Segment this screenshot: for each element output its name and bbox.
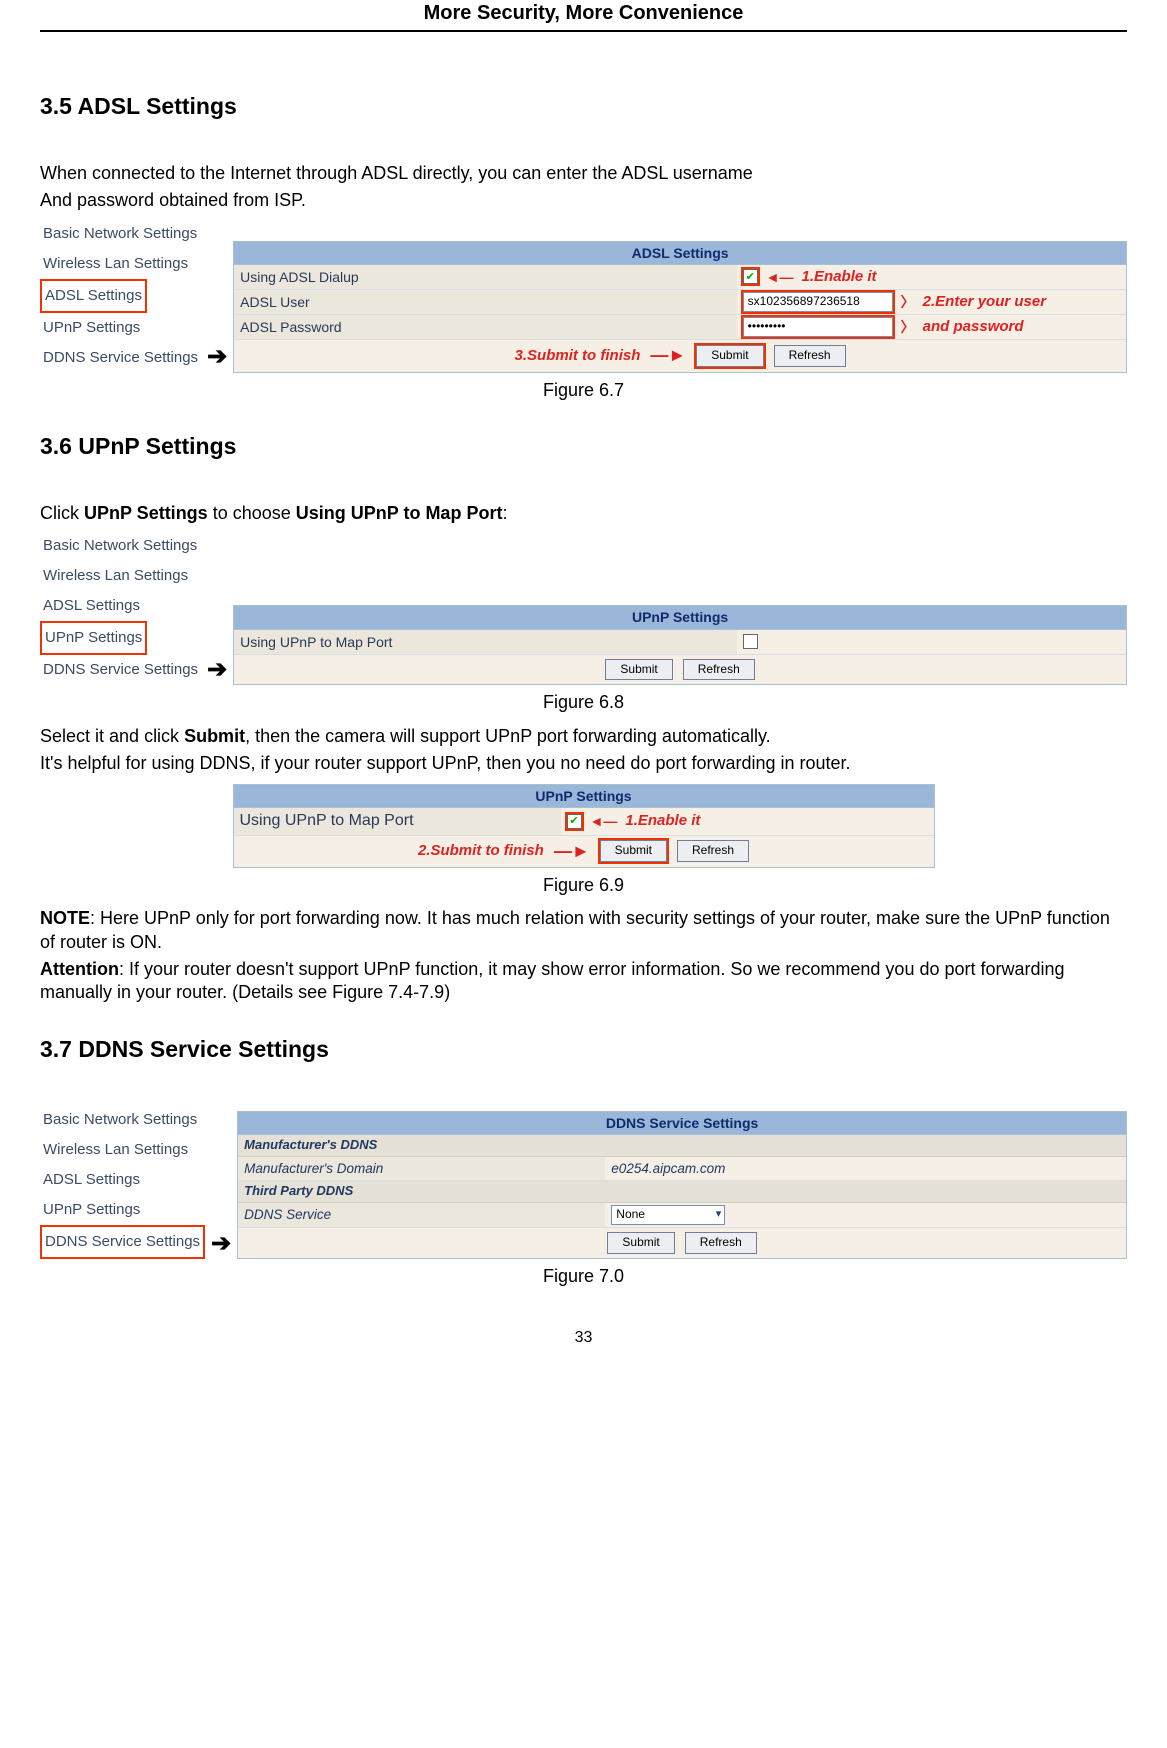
menu-basic-network[interactable]: Basic Network Settings: [40, 531, 200, 561]
arrow-icon: ➔: [211, 1228, 231, 1259]
s36-note: NOTE: Here UPnP only for port forwarding…: [40, 907, 1127, 954]
annotation-2: 2.Submit to finish: [418, 841, 544, 861]
label-adsl-dialup: Using ADSL Dialup: [234, 265, 737, 289]
figure-6-9: UPnP Settings Using UPnP to Map Port ✔ ◄…: [233, 784, 935, 868]
select-ddns-service[interactable]: None: [611, 1205, 725, 1225]
sidebar-menu: Basic Network Settings Wireless Lan Sett…: [40, 1105, 205, 1259]
panel-title: UPnP Settings: [234, 785, 934, 808]
label-upnp-map-port: Using UPnP to Map Port: [234, 630, 737, 654]
menu-adsl[interactable]: ADSL Settings: [40, 591, 143, 621]
s35-intro-line2: And password obtained from ISP.: [40, 189, 1127, 212]
section-manufacturer-ddns: Manufacturer's DDNS: [238, 1135, 1126, 1157]
menu-ddns[interactable]: DDNS Service Settings: [40, 343, 201, 373]
menu-ddns[interactable]: DDNS Service Settings: [40, 655, 201, 685]
submit-button[interactable]: Submit: [696, 345, 763, 367]
caption-6-9: Figure 6.9: [40, 874, 1127, 897]
panel-title: ADSL Settings: [234, 242, 1126, 265]
label-ddns-service: DDNS Service: [238, 1203, 605, 1227]
ddns-panel: DDNS Service Settings Manufacturer's DDN…: [237, 1111, 1127, 1259]
annotation-brace: 〉: [901, 318, 915, 336]
arrow-icon: ➔: [207, 654, 227, 685]
annotation-1: 1.Enable it: [802, 267, 877, 287]
sidebar-menu: Basic Network Settings Wireless Lan Sett…: [40, 531, 201, 685]
input-adsl-password[interactable]: •••••••••: [743, 317, 893, 337]
menu-wireless-lan[interactable]: Wireless Lan Settings: [40, 561, 191, 591]
menu-wireless-lan[interactable]: Wireless Lan Settings: [40, 249, 191, 279]
panel-title: DDNS Service Settings: [238, 1112, 1126, 1135]
upnp-panel: UPnP Settings Using UPnP to Map Port Sub…: [233, 605, 1127, 685]
annotation-arrow: —►: [650, 344, 686, 367]
label-upnp-map-port: Using UPnP to Map Port: [234, 808, 561, 835]
submit-button[interactable]: Submit: [600, 840, 667, 862]
caption-7-0: Figure 7.0: [40, 1265, 1127, 1288]
heading-3-5: 3.5 ADSL Settings: [40, 92, 1127, 122]
section-third-party-ddns: Third Party DDNS: [238, 1181, 1126, 1203]
refresh-button[interactable]: Refresh: [677, 840, 749, 862]
adsl-panel: ADSL Settings Using ADSL Dialup ✔ ◄— 1.E…: [233, 241, 1127, 373]
refresh-button[interactable]: Refresh: [774, 345, 846, 367]
annotation-1: 1.Enable it: [625, 811, 700, 831]
value-manufacturer-domain: e0254.aipcam.com: [605, 1158, 1126, 1180]
page-number: 33: [40, 1328, 1127, 1349]
sidebar-menu: Basic Network Settings Wireless Lan Sett…: [40, 219, 201, 373]
panel-title: UPnP Settings: [234, 606, 1126, 629]
menu-basic-network[interactable]: Basic Network Settings: [40, 1105, 200, 1135]
heading-3-6: 3.6 UPnP Settings: [40, 432, 1127, 462]
menu-upnp[interactable]: UPnP Settings: [40, 313, 143, 343]
figure-6-7: Basic Network Settings Wireless Lan Sett…: [40, 219, 1127, 373]
menu-upnp[interactable]: UPnP Settings: [40, 1195, 143, 1225]
arrow-icon: ➔: [207, 341, 227, 372]
submit-button[interactable]: Submit: [605, 659, 672, 681]
checkbox-adsl-dialup[interactable]: ✔: [743, 269, 758, 284]
checkbox-upnp[interactable]: [743, 634, 758, 649]
s35-intro-line1: When connected to the Internet through A…: [40, 162, 1127, 185]
s36-after-1: Select it and click Submit, then the cam…: [40, 725, 1127, 748]
annotation-arrow: ◄—: [590, 812, 618, 830]
label-adsl-password: ADSL Password: [234, 315, 737, 339]
annotation-2a: 2.Enter your user: [923, 292, 1046, 312]
menu-adsl[interactable]: ADSL Settings: [40, 1165, 143, 1195]
annotation-3: 3.Submit to finish: [515, 346, 641, 366]
figure-6-8: Basic Network Settings Wireless Lan Sett…: [40, 531, 1127, 685]
annotation-2b: and password: [923, 317, 1024, 337]
input-adsl-user[interactable]: sx102356897236518: [743, 292, 893, 312]
annotation-arrow: —►: [554, 840, 590, 863]
submit-button[interactable]: Submit: [607, 1232, 674, 1254]
annotation-arrow: ◄—: [766, 268, 794, 286]
menu-upnp[interactable]: UPnP Settings: [40, 621, 147, 655]
refresh-button[interactable]: Refresh: [685, 1232, 757, 1254]
s36-intro: Click UPnP Settings to choose Using UPnP…: [40, 502, 1127, 525]
menu-wireless-lan[interactable]: Wireless Lan Settings: [40, 1135, 191, 1165]
label-adsl-user: ADSL User: [234, 290, 737, 314]
checkbox-upnp[interactable]: ✔: [567, 814, 582, 829]
s36-after-2: It's helpful for using DDNS, if your rou…: [40, 752, 1127, 775]
annotation-brace: 〉: [901, 293, 915, 311]
refresh-button[interactable]: Refresh: [683, 659, 755, 681]
menu-basic-network[interactable]: Basic Network Settings: [40, 219, 200, 249]
s36-attention: Attention: If your router doesn't suppor…: [40, 958, 1127, 1005]
heading-3-7: 3.7 DDNS Service Settings: [40, 1035, 1127, 1065]
caption-6-8: Figure 6.8: [40, 691, 1127, 714]
caption-6-7: Figure 6.7: [40, 379, 1127, 402]
menu-adsl[interactable]: ADSL Settings: [40, 279, 147, 313]
label-manufacturer-domain: Manufacturer's Domain: [238, 1157, 605, 1181]
page-header: More Security, More Convenience: [40, 0, 1127, 32]
menu-ddns[interactable]: DDNS Service Settings: [40, 1225, 205, 1259]
figure-7-0: Basic Network Settings Wireless Lan Sett…: [40, 1105, 1127, 1259]
